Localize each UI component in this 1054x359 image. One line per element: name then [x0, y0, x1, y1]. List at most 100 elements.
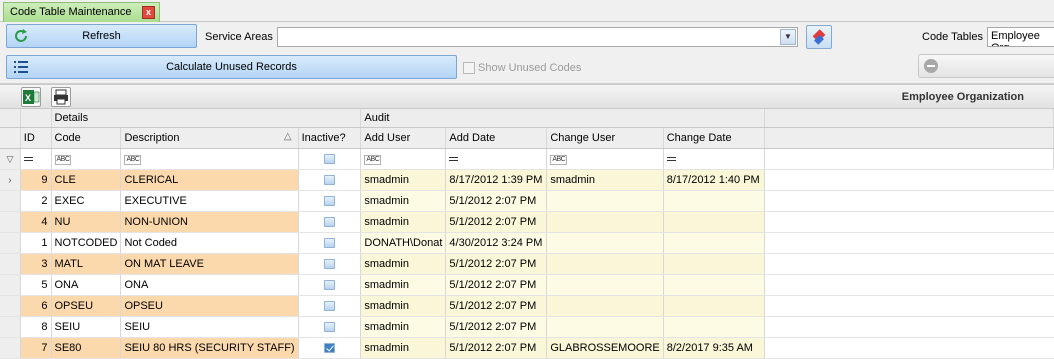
inactive-checkbox[interactable]: [323, 258, 335, 269]
clear-button[interactable]: [806, 25, 832, 49]
service-areas-select[interactable]: ▼: [277, 27, 798, 47]
cell-change-date[interactable]: [663, 274, 765, 296]
cell-id[interactable]: 9: [20, 169, 52, 191]
cell-inactive[interactable]: [298, 337, 362, 359]
cell-change-date[interactable]: [663, 190, 765, 212]
col-header-add-date[interactable]: Add Date: [445, 127, 548, 149]
col-header-code[interactable]: Code: [51, 127, 122, 149]
cell-id[interactable]: 1: [20, 232, 52, 254]
cell-change-date[interactable]: [663, 295, 765, 317]
col-header-inactive[interactable]: Inactive?: [298, 127, 362, 149]
disabled-toggle[interactable]: [918, 54, 1054, 78]
col-header-id[interactable]: ID: [20, 127, 52, 149]
cell-code[interactable]: SEIU: [51, 316, 122, 338]
table-row[interactable]: 3 MATL ON MAT LEAVE smadmin 5/1/2012 2:07 PM: [0, 253, 1054, 275]
cell-add-user[interactable]: smadmin: [360, 274, 447, 296]
cell-description[interactable]: SEIU 80 HRS (SECURITY STAFF): [120, 337, 299, 359]
cell-add-date[interactable]: 4/30/2012 3:24 PM: [445, 232, 548, 254]
cell-inactive[interactable]: [298, 211, 362, 233]
cell-change-user[interactable]: [546, 211, 664, 233]
cell-id[interactable]: 5: [20, 274, 52, 296]
cell-inactive[interactable]: [298, 253, 362, 275]
cell-add-user[interactable]: DONATH\Donat: [360, 232, 447, 254]
filter-id[interactable]: [20, 148, 52, 170]
filter-description[interactable]: ABC: [120, 148, 299, 170]
cell-change-user[interactable]: [546, 232, 664, 254]
inactive-checkbox[interactable]: [323, 174, 335, 185]
calculate-unused-records-button[interactable]: Calculate Unused Records: [6, 55, 457, 79]
row-selector[interactable]: [0, 190, 21, 212]
cell-add-user[interactable]: smadmin: [360, 169, 447, 191]
row-selector[interactable]: [0, 211, 21, 233]
cell-description[interactable]: Not Coded: [120, 232, 299, 254]
cell-change-user[interactable]: [546, 274, 664, 296]
cell-code[interactable]: CLE: [51, 169, 122, 191]
close-icon[interactable]: x: [142, 6, 155, 19]
cell-change-date[interactable]: [663, 253, 765, 275]
cell-id[interactable]: 4: [20, 211, 52, 233]
cell-add-date[interactable]: 5/1/2012 2:07 PM: [445, 211, 548, 233]
col-header-add-user[interactable]: Add User: [360, 127, 447, 149]
cell-inactive[interactable]: [298, 274, 362, 296]
cell-description[interactable]: ONA: [120, 274, 299, 296]
cell-description[interactable]: CLERICAL: [120, 169, 299, 191]
cell-change-user[interactable]: [546, 316, 664, 338]
cell-add-user[interactable]: smadmin: [360, 190, 447, 212]
cell-change-user[interactable]: [546, 190, 664, 212]
table-row[interactable]: 5 ONA ONA smadmin 5/1/2012 2:07 PM: [0, 274, 1054, 296]
cell-add-user[interactable]: smadmin: [360, 211, 447, 233]
filter-inactive[interactable]: [298, 148, 362, 170]
cell-description[interactable]: ON MAT LEAVE: [120, 253, 299, 275]
cell-code[interactable]: SE80: [51, 337, 122, 359]
row-selector[interactable]: [0, 274, 21, 296]
cell-add-date[interactable]: 5/1/2012 2:07 PM: [445, 274, 548, 296]
cell-add-user[interactable]: smadmin: [360, 253, 447, 275]
tab-code-table-maintenance[interactable]: Code Table Maintenance x: [3, 2, 160, 22]
cell-change-date[interactable]: 8/2/2017 9:35 AM: [663, 337, 765, 359]
col-header-change-date[interactable]: Change Date: [663, 127, 765, 149]
table-row[interactable]: 2 EXEC EXECUTIVE smadmin 5/1/2012 2:07 PM: [0, 190, 1054, 212]
filter-code[interactable]: ABC: [51, 148, 122, 170]
cell-description[interactable]: EXECUTIVE: [120, 190, 299, 212]
cell-change-date[interactable]: [663, 232, 765, 254]
table-row[interactable]: 7 SE80 SEIU 80 HRS (SECURITY STAFF) smadmin…: [0, 337, 1054, 359]
row-selector[interactable]: [0, 295, 21, 317]
cell-change-user[interactable]: GLABROSSEMOORE: [546, 337, 664, 359]
cell-code[interactable]: MATL: [51, 253, 122, 275]
filter-add-date[interactable]: [445, 148, 548, 170]
cell-change-user[interactable]: smadmin: [546, 169, 664, 191]
cell-add-date[interactable]: 5/1/2012 2:07 PM: [445, 190, 548, 212]
row-selector[interactable]: [0, 253, 21, 275]
cell-id[interactable]: 2: [20, 190, 52, 212]
cell-inactive[interactable]: [298, 316, 362, 338]
inactive-checkbox[interactable]: [323, 216, 335, 227]
row-selector[interactable]: ›: [0, 169, 21, 191]
filter-change-date[interactable]: [663, 148, 765, 170]
cell-description[interactable]: OPSEU: [120, 295, 299, 317]
cell-code[interactable]: NOTCODED: [51, 232, 122, 254]
cell-code[interactable]: EXEC: [51, 190, 122, 212]
table-row[interactable]: 8 SEIU SEIU smadmin 5/1/2012 2:07 PM: [0, 316, 1054, 338]
cell-add-user[interactable]: smadmin: [360, 316, 447, 338]
inactive-checkbox[interactable]: [323, 195, 335, 206]
refresh-button[interactable]: Refresh: [6, 24, 197, 48]
cell-code[interactable]: NU: [51, 211, 122, 233]
print-button[interactable]: [51, 87, 71, 107]
cell-change-user[interactable]: [546, 295, 664, 317]
filter-add-user[interactable]: ABC: [360, 148, 447, 170]
cell-inactive[interactable]: [298, 295, 362, 317]
cell-id[interactable]: 7: [20, 337, 52, 359]
col-header-description[interactable]: Description △: [120, 127, 299, 149]
cell-description[interactable]: NON-UNION: [120, 211, 299, 233]
cell-add-date[interactable]: 5/1/2012 2:07 PM: [445, 295, 548, 317]
filter-change-user[interactable]: ABC: [546, 148, 664, 170]
inactive-checkbox[interactable]: [323, 279, 335, 290]
excel-export-button[interactable]: X: [21, 87, 41, 107]
cell-change-date[interactable]: 8/17/2012 1:40 PM: [663, 169, 765, 191]
table-row[interactable]: 1 NOTCODED Not Coded DONATH\Donat 4/30/2012 …: [0, 232, 1054, 254]
inactive-checkbox[interactable]: [323, 300, 335, 311]
cell-add-user[interactable]: smadmin: [360, 295, 447, 317]
cell-add-date[interactable]: 5/1/2012 2:07 PM: [445, 316, 548, 338]
cell-inactive[interactable]: [298, 190, 362, 212]
cell-description[interactable]: SEIU: [120, 316, 299, 338]
